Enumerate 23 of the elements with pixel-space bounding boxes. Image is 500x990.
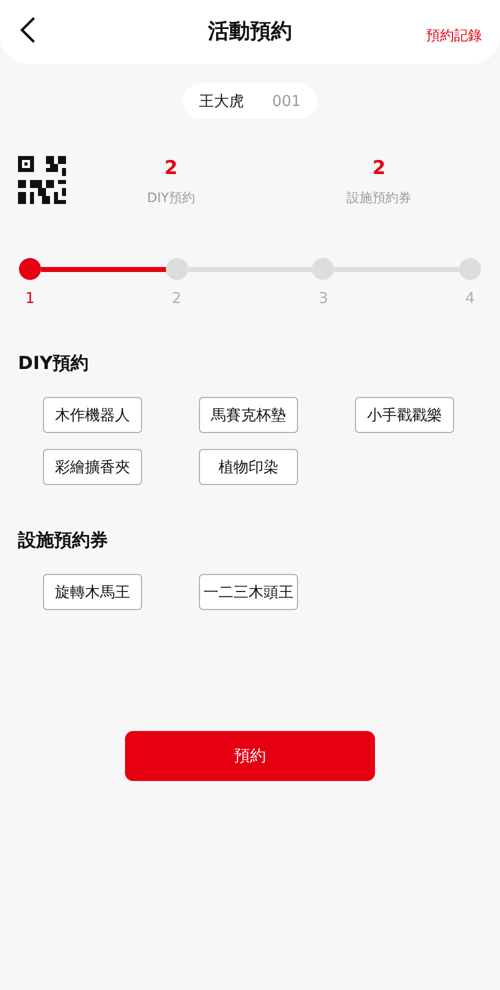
option-chip[interactable]: 一二三木頭王 (199, 574, 298, 610)
section-title: DIY預約 (18, 352, 90, 376)
option-chip[interactable]: 小手戳戳樂 (355, 397, 454, 433)
stat-count: 2 (163, 156, 179, 181)
step-number: 3 (318, 288, 330, 309)
option-chip[interactable]: 彩繪擴香夾 (43, 449, 142, 485)
option-chip[interactable]: 木作機器人 (43, 397, 142, 433)
stat-label: DIY預約 (146, 190, 196, 208)
qr-code-icon (18, 156, 66, 204)
option-chip[interactable]: 植物印染 (199, 449, 298, 485)
reserve-button[interactable]: 預約 (125, 731, 375, 781)
step-number: 2 (170, 288, 182, 309)
step-number: 4 (464, 288, 476, 309)
section-title: 設施預約券 (18, 529, 109, 553)
option-chip[interactable]: 馬賽克杯墊 (199, 397, 298, 433)
stat-count: 2 (371, 156, 387, 181)
user-name: 王大虎 (199, 90, 244, 112)
user-number: 001 (272, 90, 301, 112)
step-number: 1 (24, 288, 36, 309)
page-title: 活動預約 (208, 18, 292, 46)
records-link[interactable]: 預約記錄 (426, 26, 482, 47)
option-chip[interactable]: 旋轉木馬王 (43, 574, 142, 610)
stat-label: 設施預約券 (346, 190, 412, 208)
